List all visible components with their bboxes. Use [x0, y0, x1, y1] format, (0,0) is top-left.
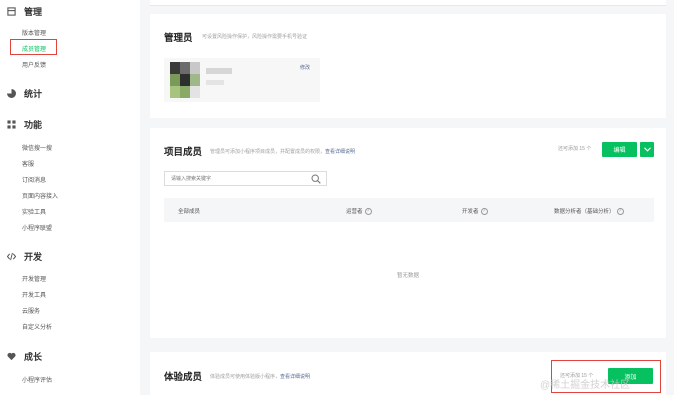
- sidebar-item-service[interactable]: 客服: [22, 159, 34, 168]
- sidebar: 管理 版本管理 成员管理 用户反馈 统计 功能 微信搜一搜 客服 订阅消息 页面…: [0, 0, 140, 395]
- stats-icon: [7, 89, 16, 98]
- project-title: 项目成员: [164, 147, 203, 158]
- empty-state-text: 暂无数据: [396, 273, 419, 279]
- admin-id-blurred: [206, 80, 224, 85]
- heart-icon: [7, 352, 16, 361]
- edit-dropdown-button[interactable]: [640, 142, 654, 157]
- sidebar-section-title: 功能: [24, 120, 43, 130]
- sidebar-section-title: 开发: [24, 252, 43, 262]
- col-analyst-label: 数据分析者（基础分析）: [554, 209, 615, 215]
- sidebar-section-stats[interactable]: 统计: [7, 87, 42, 100]
- admin-desc: 可设置风险操作保护，风险操作需要手机号验证: [202, 34, 308, 40]
- sidebar-item-cloud[interactable]: 云服务: [22, 306, 40, 315]
- sidebar-section-growth[interactable]: 成长: [7, 350, 42, 363]
- help-icon[interactable]: ?: [364, 207, 372, 215]
- col-analyst: 数据分析者（基础分析）?: [554, 207, 624, 215]
- sidebar-section-features[interactable]: 功能: [7, 118, 42, 131]
- trial-desc-text: 体验成员可使用体验版小程序，: [210, 374, 281, 380]
- sidebar-item-custom-analysis[interactable]: 自定义分析: [22, 322, 52, 331]
- col-operator-label: 运营者: [346, 209, 363, 215]
- highlight-box-members: [10, 39, 57, 55]
- help-icon[interactable]: ?: [616, 207, 624, 215]
- member-search[interactable]: [164, 171, 327, 186]
- sidebar-item-experiment[interactable]: 实验工具: [22, 207, 46, 216]
- sidebar-item-evaluate[interactable]: 小程序评估: [22, 375, 52, 384]
- col-developer: 开发者?: [462, 207, 488, 215]
- admin-name-blurred: [206, 68, 232, 74]
- sidebar-item-search[interactable]: 微信搜一搜: [22, 143, 52, 152]
- sidebar-section-title: 成长: [24, 352, 43, 362]
- admin-title: 管理员: [164, 33, 193, 44]
- edit-button[interactable]: 编辑: [602, 142, 637, 157]
- features-icon: [7, 120, 16, 129]
- col-all-members[interactable]: 全部成员: [178, 207, 200, 215]
- trial-title: 体验成员: [164, 372, 203, 383]
- sidebar-section-manage[interactable]: 管理: [7, 5, 42, 18]
- sidebar-item-version[interactable]: 版本管理: [22, 28, 46, 37]
- search-input[interactable]: [171, 174, 301, 184]
- sidebar-section-title: 统计: [24, 89, 43, 99]
- project-members-card: 项目成员 管理员可添加小程序项目成员，并配置成员的权限，查看详细说明 还可添加 …: [150, 128, 666, 338]
- project-limit-text: 还可添加 15 个: [558, 146, 592, 152]
- watermark: @稀土掘金技术社区: [540, 380, 631, 391]
- project-desc-link[interactable]: 查看详细说明: [325, 149, 355, 155]
- sidebar-item-dev-manage[interactable]: 开发管理: [22, 274, 46, 283]
- project-desc-text: 管理员可添加小程序项目成员，并配置成员的权限，: [210, 149, 326, 155]
- sidebar-item-content[interactable]: 页面内容接入: [22, 191, 58, 200]
- admin-card: 管理员 可设置风险操作保护，风险操作需要手机号验证 修改: [150, 14, 666, 118]
- sidebar-item-subscribe[interactable]: 订阅消息: [22, 175, 46, 184]
- modify-link[interactable]: 修改: [300, 64, 310, 71]
- chevron-down-icon: [643, 147, 651, 152]
- avatar: [170, 62, 200, 98]
- sidebar-item-union[interactable]: 小程序联盟: [22, 223, 52, 232]
- project-desc: 管理员可添加小程序项目成员，并配置成员的权限，查看详细说明: [210, 148, 355, 155]
- col-operator: 运营者?: [346, 207, 372, 215]
- sidebar-item-feedback[interactable]: 用户反馈: [22, 60, 46, 69]
- admin-info-box: 修改: [164, 58, 320, 102]
- manage-icon: [7, 7, 16, 16]
- code-icon: [7, 252, 16, 261]
- col-developer-label: 开发者: [462, 209, 479, 215]
- sidebar-item-dev-tools[interactable]: 开发工具: [22, 290, 46, 299]
- help-icon[interactable]: ?: [480, 207, 488, 215]
- top-divider: [150, 0, 666, 6]
- trial-desc-link[interactable]: 查看详细说明: [280, 374, 310, 380]
- members-table-header: 全部成员 运营者? 开发者? 数据分析者（基础分析）?: [164, 198, 654, 222]
- sidebar-section-title: 管理: [24, 7, 43, 17]
- sidebar-section-dev[interactable]: 开发: [7, 250, 42, 263]
- search-icon[interactable]: [311, 174, 321, 184]
- trial-desc: 体验成员可使用体验版小程序，查看详细说明: [210, 373, 310, 380]
